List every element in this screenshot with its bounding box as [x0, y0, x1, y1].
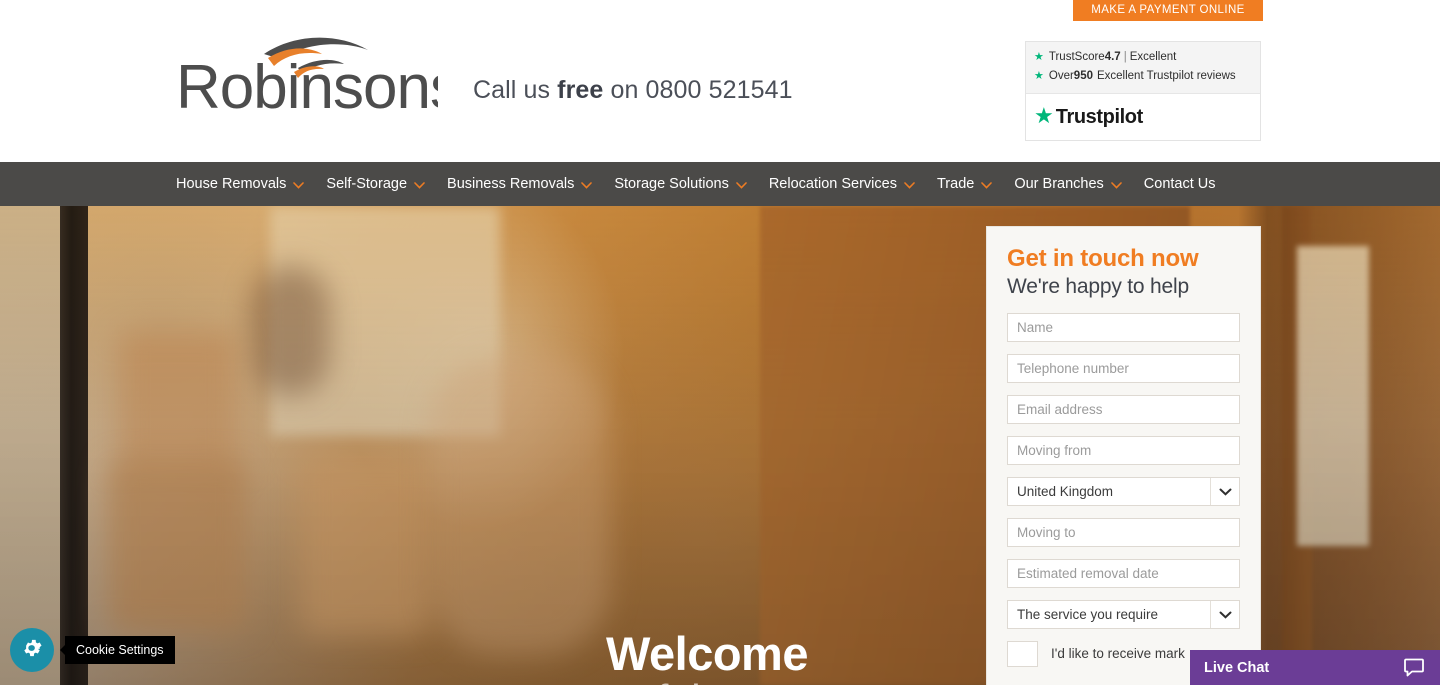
phone-number: Call us free on 0800 521541	[473, 76, 793, 105]
nav-item-trade[interactable]: Trade	[936, 176, 993, 192]
nav-item-relocation-services[interactable]: Relocation Services	[769, 176, 915, 192]
phone-emphasis: free	[557, 76, 604, 104]
trustpilot-widget[interactable]: ★ TrustScore 4.7 | Excellent ★ Over 950 …	[1025, 41, 1261, 141]
nav-item-business-removals[interactable]: Business Removals	[447, 176, 593, 192]
chevron-down-icon	[981, 181, 993, 189]
removal-date-input[interactable]	[1007, 559, 1240, 588]
reviews-count: 950	[1073, 70, 1093, 82]
form-title: Get in touch now	[1007, 245, 1199, 272]
live-chat-label: Live Chat	[1204, 659, 1270, 676]
chevron-down-icon	[581, 181, 593, 189]
marketing-consent-checkbox[interactable]	[1007, 641, 1038, 667]
star-icon: ★	[1034, 51, 1044, 63]
trustpilot-star-icon: ★	[1034, 103, 1054, 128]
chevron-down-icon	[736, 181, 747, 189]
gear-icon	[21, 637, 43, 664]
live-chat-bar[interactable]: Live Chat	[1190, 650, 1440, 685]
trustscore-rating: Excellent	[1129, 51, 1177, 63]
nav-label: House Removals	[176, 176, 287, 192]
robinsons-logo[interactable]: Robinsons	[176, 26, 438, 116]
trustpilot-summary: ★ TrustScore 4.7 | Excellent ★ Over 950 …	[1026, 42, 1260, 94]
cookie-settings-tooltip: Cookie Settings	[60, 636, 175, 664]
trustpilot-wordmark: Trustpilot	[1055, 105, 1144, 128]
trustscore-line: ★ TrustScore 4.7 | Excellent	[1034, 48, 1252, 67]
service-select[interactable]: The service you require	[1007, 600, 1240, 629]
main-navigation: House Removals Self-Storage Business Rem…	[0, 162, 1440, 206]
chevron-down-icon	[1110, 181, 1122, 189]
email-input[interactable]	[1007, 395, 1240, 424]
country-select[interactable]: United Kingdom	[1007, 477, 1240, 506]
chevron-down-icon	[293, 181, 305, 189]
hero-banner: Welcome Safely Moving Families Since 189…	[0, 206, 1440, 685]
trustpilot-brand: ★ Trustpilot	[1026, 94, 1260, 140]
phone-digits: 0800 521541	[645, 76, 793, 104]
reviews-line: ★ Over 950 Excellent Trustpilot reviews	[1034, 67, 1252, 86]
nav-label: Contact Us	[1143, 176, 1216, 192]
nav-label: Our Branches	[1014, 176, 1104, 192]
nav-label: Storage Solutions	[614, 176, 729, 192]
hero-headline-welcome: Welcome	[606, 627, 809, 680]
service-select-value: The service you require	[1017, 607, 1159, 622]
site-header: MAKE A PAYMENT ONLINE Robinsons Call us …	[0, 0, 1440, 162]
phone-middle: on	[603, 76, 646, 104]
nav-item-house-removals[interactable]: House Removals	[176, 176, 305, 192]
star-icon: ★	[1034, 70, 1044, 82]
form-subtitle: We're happy to help	[1007, 275, 1189, 298]
phone-prefix: Call us	[473, 76, 558, 104]
trustscore-separator: |	[1123, 51, 1127, 63]
svg-text:Robinsons: Robinsons	[176, 53, 438, 116]
enquiry-form-panel: Get in touch now We're happy to help Uni…	[986, 226, 1261, 685]
nav-label: Business Removals	[447, 176, 575, 192]
marketing-consent-label: I'd like to receive mark	[1051, 646, 1185, 661]
chat-bubble-icon[interactable]	[1404, 658, 1424, 677]
nav-item-contact-us[interactable]: Contact Us	[1144, 176, 1216, 192]
chevron-down-icon[interactable]	[1210, 601, 1239, 628]
trustscore-prefix: TrustScore	[1048, 51, 1105, 63]
chevron-down-icon	[904, 181, 915, 189]
nav-item-storage-solutions[interactable]: Storage Solutions	[614, 176, 747, 192]
reviews-suffix: Excellent Trustpilot reviews	[1096, 70, 1236, 82]
telephone-input[interactable]	[1007, 354, 1240, 383]
nav-label: Relocation Services	[768, 176, 897, 192]
chevron-down-icon[interactable]	[1210, 478, 1239, 505]
name-input[interactable]	[1007, 313, 1240, 342]
moving-to-input[interactable]	[1007, 518, 1240, 547]
nav-label: Self-Storage	[326, 176, 408, 192]
country-select-value: United Kingdom	[1017, 484, 1114, 499]
nav-item-self-storage[interactable]: Self-Storage	[326, 176, 425, 192]
chevron-down-icon	[414, 181, 425, 189]
make-a-payment-online-button[interactable]: MAKE A PAYMENT ONLINE	[1073, 0, 1263, 21]
cookie-settings-button[interactable]	[10, 628, 54, 672]
nav-label: Trade	[936, 176, 975, 192]
trustscore-value: 4.7	[1104, 51, 1121, 63]
nav-item-our-branches[interactable]: Our Branches	[1014, 176, 1122, 192]
reviews-prefix: Over	[1048, 70, 1074, 82]
moving-from-input[interactable]	[1007, 436, 1240, 465]
hero-headline: Welcome Safely Moving Families Since 189…	[606, 630, 1006, 685]
